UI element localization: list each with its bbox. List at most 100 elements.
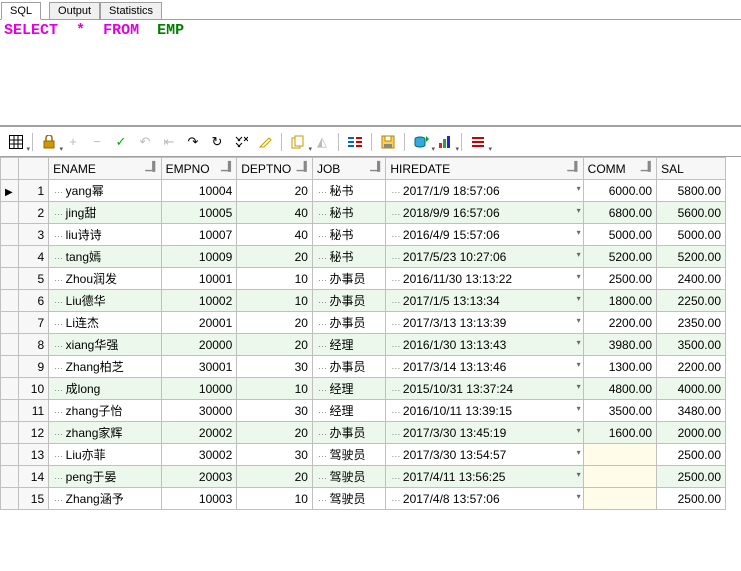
cell-hiredate[interactable]: ⋯ 2017/4/11 13:56:25 [386, 466, 583, 488]
table-row[interactable]: 14⋯ peng于晏2000320⋯ 驾驶员⋯ 2017/4/11 13:56:… [1, 466, 726, 488]
cell-editor-icon[interactable]: ⋯ [317, 297, 330, 307]
tab-statistics[interactable]: Statistics [100, 2, 162, 20]
rollback-all-button[interactable]: ⇤ [159, 132, 179, 152]
redo-button[interactable]: ↷ [183, 132, 203, 152]
row-indicator[interactable] [1, 268, 19, 290]
commit-button[interactable]: ✓ [111, 132, 131, 152]
cell-deptno[interactable]: 40 [237, 224, 313, 246]
table-row[interactable]: 7⋯ Li连杰2000120⋯ 办事员⋯ 2017/3/13 13:13:392… [1, 312, 726, 334]
cell-hiredate[interactable]: ⋯ 2016/1/30 13:13:43 [386, 334, 583, 356]
cell-editor-icon[interactable]: ⋯ [53, 319, 66, 329]
cell-sal[interactable]: 5800.00 [657, 180, 726, 202]
cell-empno[interactable]: 10007 [161, 224, 237, 246]
cell-ename[interactable]: ⋯ Liu德华 [49, 290, 161, 312]
cell-ename[interactable]: ⋯ liu诗诗 [49, 224, 161, 246]
tab-sql[interactable]: SQL [1, 2, 41, 20]
cell-empno[interactable]: 20003 [161, 466, 237, 488]
column-header-job[interactable]: JOB▁▌ [312, 158, 385, 180]
cell-deptno[interactable]: 20 [237, 466, 313, 488]
table-row[interactable]: 8⋯ xiang华强2000020⋯ 经理⋯ 2016/1/30 13:13:4… [1, 334, 726, 356]
cell-deptno[interactable]: 30 [237, 400, 313, 422]
cell-editor-icon[interactable]: ⋯ [390, 253, 403, 263]
row-indicator[interactable] [1, 444, 19, 466]
cell-hiredate[interactable]: ⋯ 2017/3/30 13:45:19 [386, 422, 583, 444]
table-row[interactable]: ▶1⋯ yang幂1000420⋯ 秘书⋯ 2017/1/9 18:57:066… [1, 180, 726, 202]
cell-hiredate[interactable]: ⋯ 2017/3/14 13:13:46 [386, 356, 583, 378]
column-header-ename[interactable]: ENAME▁▌ [49, 158, 161, 180]
cell-editor-icon[interactable]: ⋯ [53, 407, 66, 417]
cell-editor-icon[interactable]: ⋯ [53, 451, 66, 461]
cell-job[interactable]: ⋯ 办事员 [312, 422, 385, 444]
cell-job[interactable]: ⋯ 驾驶员 [312, 466, 385, 488]
cell-empno[interactable]: 10004 [161, 180, 237, 202]
row-indicator[interactable] [1, 488, 19, 510]
grid-options-button[interactable] [6, 132, 26, 152]
cell-job[interactable]: ⋯ 秘书 [312, 246, 385, 268]
cell-sal[interactable]: 2200.00 [657, 356, 726, 378]
table-row[interactable]: 6⋯ Liu德华1000210⋯ 办事员⋯ 2017/1/5 13:13:341… [1, 290, 726, 312]
cell-hiredate[interactable]: ⋯ 2017/1/9 18:57:06 [386, 180, 583, 202]
cell-hiredate[interactable]: ⋯ 2016/4/9 15:57:06 [386, 224, 583, 246]
cell-comm[interactable]: 5000.00 [583, 224, 656, 246]
cell-sal[interactable]: 3480.00 [657, 400, 726, 422]
cell-editor-icon[interactable]: ⋯ [53, 231, 66, 241]
row-number[interactable]: 4 [19, 246, 49, 268]
column-header-hiredate[interactable]: HIREDATE▁▌ [386, 158, 583, 180]
cell-job[interactable]: ⋯ 办事员 [312, 290, 385, 312]
table-row[interactable]: 2⋯ jing甜1000540⋯ 秘书⋯ 2018/9/9 16:57:0668… [1, 202, 726, 224]
cell-empno[interactable]: 10005 [161, 202, 237, 224]
cell-job[interactable]: ⋯ 秘书 [312, 180, 385, 202]
cell-comm[interactable]: 5200.00 [583, 246, 656, 268]
sql-editor[interactable]: SELECT * FROM EMP [0, 19, 741, 125]
cell-sal[interactable]: 5000.00 [657, 224, 726, 246]
cell-hiredate[interactable]: ⋯ 2016/10/11 13:39:15 [386, 400, 583, 422]
refresh-button[interactable]: ↻ [207, 132, 227, 152]
cell-comm[interactable]: 1800.00 [583, 290, 656, 312]
row-number[interactable]: 6 [19, 290, 49, 312]
cell-empno[interactable]: 10009 [161, 246, 237, 268]
row-number[interactable]: 1 [19, 180, 49, 202]
cell-comm[interactable]: 6000.00 [583, 180, 656, 202]
cell-editor-icon[interactable]: ⋯ [317, 473, 330, 483]
cell-ename[interactable]: ⋯ 成long [49, 378, 161, 400]
cell-deptno[interactable]: 30 [237, 356, 313, 378]
cell-ename[interactable]: ⋯ xiang华强 [49, 334, 161, 356]
cell-editor-icon[interactable]: ⋯ [317, 495, 330, 505]
chart-button[interactable] [435, 132, 455, 152]
cell-deptno[interactable]: 30 [237, 444, 313, 466]
row-number[interactable]: 2 [19, 202, 49, 224]
column-header-sal[interactable]: SAL [657, 158, 726, 180]
cell-editor-icon[interactable]: ⋯ [317, 429, 330, 439]
cell-editor-icon[interactable]: ⋯ [317, 275, 330, 285]
cell-ename[interactable]: ⋯ Zhang柏芝 [49, 356, 161, 378]
cell-hiredate[interactable]: ⋯ 2017/1/5 13:13:34 [386, 290, 583, 312]
cell-deptno[interactable]: 20 [237, 422, 313, 444]
cell-sal[interactable]: 3500.00 [657, 334, 726, 356]
cell-ename[interactable]: ⋯ Zhou润发 [49, 268, 161, 290]
cell-editor-icon[interactable]: ⋯ [390, 407, 403, 417]
cell-job[interactable]: ⋯ 秘书 [312, 202, 385, 224]
cell-editor-icon[interactable]: ⋯ [390, 429, 403, 439]
cell-editor-icon[interactable]: ⋯ [390, 363, 403, 373]
cell-ename[interactable]: ⋯ peng于晏 [49, 466, 161, 488]
cell-empno[interactable]: 10003 [161, 488, 237, 510]
row-indicator[interactable] [1, 246, 19, 268]
tab-output[interactable]: Output [49, 2, 100, 20]
table-row[interactable]: 10⋯ 成long1000010⋯ 经理⋯ 2015/10/31 13:37:2… [1, 378, 726, 400]
cell-empno[interactable]: 30001 [161, 356, 237, 378]
row-indicator[interactable] [1, 312, 19, 334]
cell-job[interactable]: ⋯ 经理 [312, 378, 385, 400]
cell-sal[interactable]: 2500.00 [657, 466, 726, 488]
row-indicator[interactable] [1, 224, 19, 246]
cell-sal[interactable]: 5200.00 [657, 246, 726, 268]
cell-ename[interactable]: ⋯ Li连杰 [49, 312, 161, 334]
cell-empno[interactable]: 10000 [161, 378, 237, 400]
row-indicator[interactable] [1, 466, 19, 488]
scroll-top-button[interactable]: ◭ [312, 132, 332, 152]
cell-editor-icon[interactable]: ⋯ [53, 429, 66, 439]
cell-hiredate[interactable]: ⋯ 2016/11/30 13:13:22 [386, 268, 583, 290]
cell-sal[interactable]: 2500.00 [657, 444, 726, 466]
cell-hiredate[interactable]: ⋯ 2017/3/13 13:13:39 [386, 312, 583, 334]
cell-editor-icon[interactable]: ⋯ [53, 187, 66, 197]
cell-job[interactable]: ⋯ 驾驶员 [312, 488, 385, 510]
